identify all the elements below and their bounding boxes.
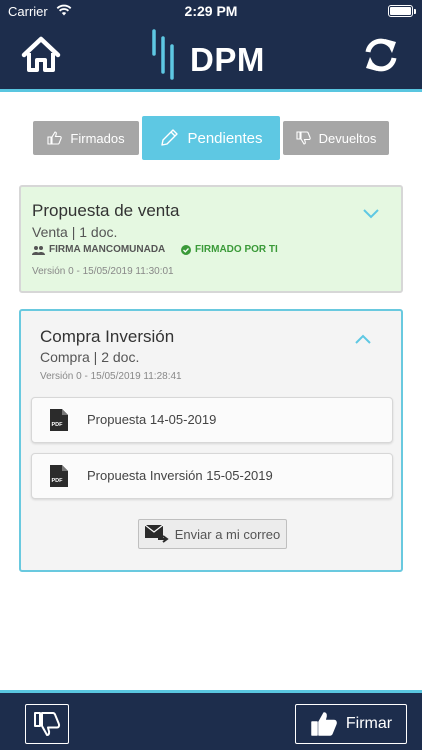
thumbs-up-icon xyxy=(47,131,63,145)
card-subtitle: Compra | 2 doc. xyxy=(40,349,140,365)
card-version: Versión 0 - 15/05/2019 11:28:41 xyxy=(40,371,182,382)
reject-button[interactable] xyxy=(25,704,69,744)
tag-firmado-por-ti: FIRMADO POR TI xyxy=(181,244,278,255)
pdf-icon: PDF xyxy=(50,409,68,431)
thumbs-down-icon xyxy=(34,712,61,736)
pencil-icon xyxy=(161,129,179,146)
document-card-propuesta-venta[interactable]: Propuesta de venta Venta | 1 doc. FIRMA … xyxy=(19,185,403,293)
app-header: DPM xyxy=(0,22,422,92)
tab-pendientes[interactable]: Pendientes xyxy=(142,116,280,160)
status-bar: Carrier 2:29 PM xyxy=(0,0,422,22)
thumbs-up-icon xyxy=(311,712,337,736)
card-subtitle: Venta | 1 doc. xyxy=(32,224,118,240)
card-version: Versión 0 - 15/05/2019 11:30:01 xyxy=(32,266,174,277)
clock: 2:29 PM xyxy=(184,3,238,19)
thumbs-down-icon xyxy=(296,131,311,145)
home-icon xyxy=(21,36,61,72)
document-row[interactable]: PDF Propuesta 14-05-2019 xyxy=(31,397,393,443)
refresh-button[interactable] xyxy=(360,34,402,76)
tab-label: Firmados xyxy=(70,130,125,146)
filter-tabs: Firmados Pendientes Devueltos xyxy=(0,114,422,162)
dpm-logo: DPM xyxy=(148,28,278,84)
battery-icon xyxy=(388,5,416,17)
tab-label: Devueltos xyxy=(318,130,377,146)
sign-button[interactable]: Firmar xyxy=(295,704,407,744)
tab-firmados[interactable]: Firmados xyxy=(33,121,139,155)
tag-label: FIRMA MANCOMUNADA xyxy=(49,244,166,255)
svg-text:PDF: PDF xyxy=(52,478,64,484)
tab-label: Pendientes xyxy=(187,129,263,147)
document-card-compra-inversion[interactable]: Compra Inversión Compra | 2 doc. Versión… xyxy=(19,309,403,572)
send-email-label: Enviar a mi correo xyxy=(174,526,281,542)
document-label: Propuesta 14-05-2019 xyxy=(87,412,217,427)
home-button[interactable] xyxy=(20,34,62,76)
chevron-down-icon[interactable] xyxy=(362,208,380,220)
card-title: Propuesta de venta xyxy=(32,201,180,220)
send-email-button[interactable]: Enviar a mi correo xyxy=(138,519,287,549)
pdf-icon: PDF xyxy=(50,465,68,487)
check-circle-icon xyxy=(181,244,191,255)
refresh-icon xyxy=(365,38,397,72)
chevron-up-icon[interactable] xyxy=(354,333,372,345)
document-row[interactable]: PDF Propuesta Inversión 15-05-2019 xyxy=(31,453,393,499)
logo-mark-icon xyxy=(152,29,174,80)
tag-label: FIRMADO POR TI xyxy=(195,244,278,255)
group-icon xyxy=(32,245,45,255)
document-label: Propuesta Inversión 15-05-2019 xyxy=(87,468,273,483)
logo-text: DPM xyxy=(190,41,265,78)
tab-devueltos[interactable]: Devueltos xyxy=(283,121,389,155)
svg-text:PDF: PDF xyxy=(52,422,64,428)
action-footer: Firmar xyxy=(0,690,422,750)
send-mail-icon xyxy=(144,525,169,543)
sign-label: Firmar xyxy=(345,715,393,732)
card-title: Compra Inversión xyxy=(40,327,175,346)
tag-firma-mancomunada: FIRMA MANCOMUNADA xyxy=(32,244,165,255)
